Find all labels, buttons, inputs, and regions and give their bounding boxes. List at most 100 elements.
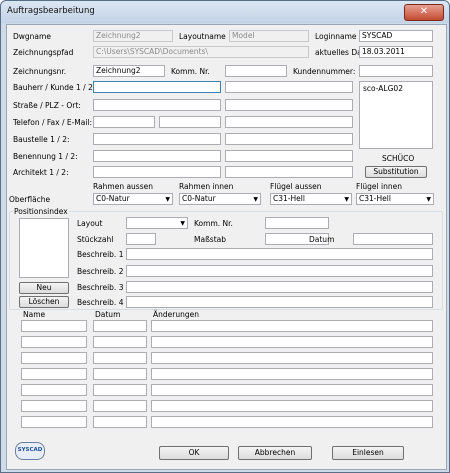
kommnr-field[interactable] xyxy=(225,65,287,77)
change-name-cell[interactable] xyxy=(21,384,87,396)
benennung-label: Benennung 1 / 2: xyxy=(13,152,78,161)
beschreib3-label: Beschreib. 3 xyxy=(77,283,124,292)
system-list-item[interactable]: sco-ALG02 xyxy=(360,82,432,95)
beschreib1-field[interactable] xyxy=(126,248,433,260)
position-list[interactable] xyxy=(19,218,69,278)
change-datum-cell[interactable] xyxy=(93,384,147,396)
fluegel-innen-value: C31-Hell xyxy=(359,194,391,203)
dwgname-field[interactable]: Zeichnung2 xyxy=(93,30,173,42)
change-name-cell[interactable] xyxy=(21,400,87,412)
change-datum-cell[interactable] xyxy=(93,368,147,380)
change-text-cell[interactable] xyxy=(151,320,433,332)
col-datum-header: Datum xyxy=(95,310,121,319)
layoutname-field[interactable]: Model xyxy=(229,30,309,42)
change-name-cell[interactable] xyxy=(21,336,87,348)
loeschen-button[interactable]: Löschen xyxy=(19,296,69,308)
change-text-cell[interactable] xyxy=(151,352,433,364)
layout-select[interactable]: ▼ xyxy=(126,217,188,229)
zeichnungsnr-label: Zeichnungsnr. xyxy=(13,67,67,76)
change-text-cell[interactable] xyxy=(151,384,433,396)
rahmen-aussen-select[interactable]: C0-Natur ▼ xyxy=(93,193,173,205)
kommnr-label: Komm. Nr. xyxy=(171,67,210,76)
beschreib2-label: Beschreib. 2 xyxy=(77,267,124,276)
chevron-down-icon: ▼ xyxy=(426,196,431,203)
chevron-down-icon: ▼ xyxy=(344,196,349,203)
position-datum-field[interactable] xyxy=(353,233,433,245)
rahmen-innen-select[interactable]: C0-Natur ▼ xyxy=(179,193,261,205)
change-text-cell[interactable] xyxy=(151,416,433,428)
logo-text: SYSCAD xyxy=(17,447,43,453)
fluegel-aussen-select[interactable]: C31-Hell ▼ xyxy=(270,193,352,205)
dwgname-label: Dwgname xyxy=(13,32,51,41)
architekt-field-1[interactable] xyxy=(93,166,221,178)
change-datum-cell[interactable] xyxy=(93,336,147,348)
position-datum-label: Datum xyxy=(309,235,335,244)
system-list[interactable]: sco-ALG02 xyxy=(359,81,433,149)
title-bar[interactable]: Auftragsbearbeitung ✕ xyxy=(1,1,449,23)
substitution-button[interactable]: Substitution xyxy=(365,166,427,178)
neu-button[interactable]: Neu xyxy=(19,282,69,294)
layout-label: Layout xyxy=(77,219,103,228)
change-name-cell[interactable] xyxy=(21,416,87,428)
beschreib2-field[interactable] xyxy=(126,265,433,277)
fax-field[interactable] xyxy=(159,116,221,128)
rahmen-innen-value: C0-Natur xyxy=(182,194,216,203)
zeichnungsnr-field[interactable]: Zeichnung2 xyxy=(93,65,165,77)
layoutname-label: Layoutname xyxy=(179,32,226,41)
baustelle-field-2[interactable] xyxy=(225,133,353,145)
architekt-field-2[interactable] xyxy=(225,166,353,178)
change-datum-cell[interactable] xyxy=(93,352,147,364)
beschreib4-label: Beschreib. 4 xyxy=(77,298,124,307)
loginname-label: Loginname xyxy=(315,32,357,41)
position-kommnr-field[interactable] xyxy=(265,217,329,229)
change-datum-cell[interactable] xyxy=(93,400,147,412)
window-title: Auftragsbearbeitung xyxy=(7,6,95,16)
plz-ort-field[interactable] xyxy=(225,99,353,111)
brand-label: SCHÜCO xyxy=(382,154,415,163)
change-text-cell[interactable] xyxy=(151,336,433,348)
change-text-cell[interactable] xyxy=(151,400,433,412)
architekt-label: Architekt 1 / 2: xyxy=(13,168,69,177)
datum-field[interactable]: 18.03.2011 xyxy=(359,46,433,58)
chevron-down-icon: ▼ xyxy=(253,196,258,203)
change-datum-cell[interactable] xyxy=(93,416,147,428)
fluegel-aussen-label: Flügel aussen xyxy=(270,182,322,191)
bauherr-field-1[interactable] xyxy=(93,81,221,93)
fluegel-innen-label: Flügel innen xyxy=(356,182,402,191)
change-text-cell[interactable] xyxy=(151,368,433,380)
close-button[interactable]: ✕ xyxy=(404,4,444,21)
col-name-header: Name xyxy=(23,310,46,319)
beschreib4-field[interactable] xyxy=(126,296,433,308)
kundennummer-field[interactable] xyxy=(359,65,433,77)
rahmen-aussen-label: Rahmen aussen xyxy=(93,182,153,191)
change-name-cell[interactable] xyxy=(21,368,87,380)
chevron-down-icon: ▼ xyxy=(180,220,185,227)
abbrechen-button[interactable]: Abbrechen xyxy=(238,446,312,460)
beschreib3-field[interactable] xyxy=(126,281,433,293)
loginname-field[interactable]: SYSCAD xyxy=(359,30,433,42)
fluegel-innen-select[interactable]: C31-Hell ▼ xyxy=(356,193,434,205)
kundennummer-label: Kundennummer: xyxy=(293,67,356,76)
telefon-field[interactable] xyxy=(93,116,155,128)
einlesen-button[interactable]: Einlesen xyxy=(332,446,404,460)
benennung-field-1[interactable] xyxy=(93,150,221,162)
strasse-field[interactable] xyxy=(93,99,221,111)
massstab-label: Maßstab xyxy=(194,235,226,244)
benennung-field-2[interactable] xyxy=(225,150,353,162)
baustelle-field-1[interactable] xyxy=(93,133,221,145)
email-field[interactable] xyxy=(225,116,353,128)
ok-button[interactable]: OK xyxy=(159,446,229,460)
stueckzahl-field[interactable] xyxy=(126,233,156,245)
change-name-cell[interactable] xyxy=(21,320,87,332)
position-kommnr-label: Komm. Nr. xyxy=(194,219,233,228)
close-icon: ✕ xyxy=(419,6,429,17)
strasse-label: Straße / PLZ - Ort: xyxy=(13,101,81,110)
baustelle-label: Baustelle 1 / 2: xyxy=(13,135,70,144)
positionsindex-label: Positionsindex xyxy=(13,207,69,216)
bauherr-field-2[interactable] xyxy=(225,81,353,93)
telefon-label: Telefon / Fax / E-Mail: xyxy=(13,118,93,127)
change-name-cell[interactable] xyxy=(21,352,87,364)
change-datum-cell[interactable] xyxy=(93,320,147,332)
zeichnungspfad-label: Zeichnungspfad xyxy=(13,48,74,57)
zeichnungspfad-field[interactable]: C:\Users\SYSCAD\Documents\ xyxy=(93,46,309,58)
